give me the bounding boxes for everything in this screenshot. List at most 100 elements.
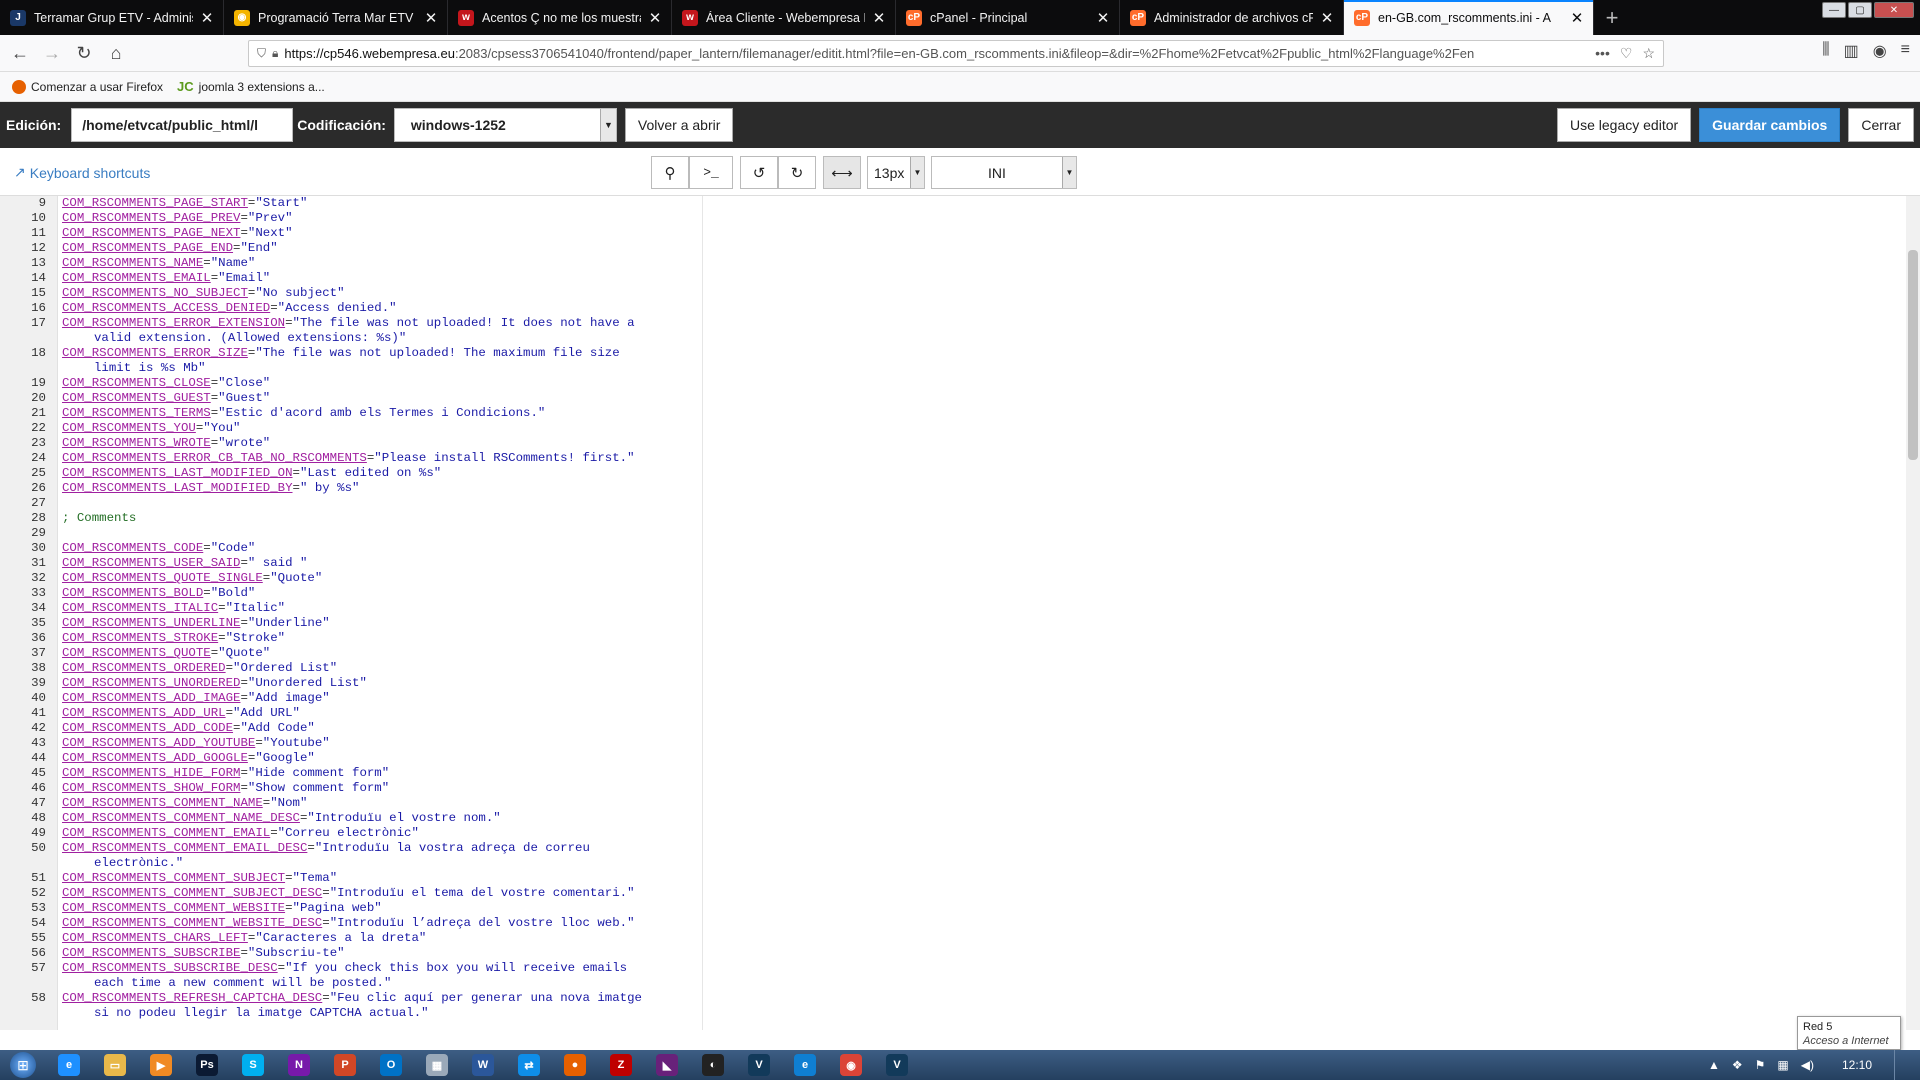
bookmark-firefox[interactable]: Comenzar a usar Firefox bbox=[12, 79, 163, 94]
ini-key: COM_RSCOMMENTS_LAST_MODIFIED_BY bbox=[62, 481, 293, 495]
sidebar-icon[interactable]: ▥ bbox=[1844, 41, 1859, 61]
taskbar-app[interactable]: ▶ bbox=[138, 1050, 184, 1080]
line-text: COM_RSCOMMENTS_ERROR_SIZE="The file was … bbox=[46, 346, 710, 376]
taskbar-app[interactable]: N bbox=[276, 1050, 322, 1080]
close-icon[interactable]: ✕ bbox=[1095, 9, 1111, 27]
undo-button[interactable]: ↺ bbox=[740, 156, 778, 189]
goto-line-button[interactable]: >_ bbox=[689, 156, 733, 189]
taskbar-app[interactable]: O bbox=[368, 1050, 414, 1080]
ini-key: COM_RSCOMMENTS_ORDERED bbox=[62, 661, 226, 675]
browser-tab[interactable]: cP en-GB.com_rscomments.ini - A ✕ bbox=[1344, 0, 1594, 35]
menu-icon[interactable]: ≡ bbox=[1901, 41, 1910, 61]
address-bar[interactable]: ⛉ 🔒︎ https://cp546.webempresa.eu:2083/cp… bbox=[248, 40, 1664, 67]
redo-button[interactable]: ↻ bbox=[778, 156, 816, 189]
line-number: 11 bbox=[31, 226, 46, 240]
taskbar-app[interactable]: e bbox=[46, 1050, 92, 1080]
browser-tab[interactable]: w Acentos Ç no me los muestra - ✕ bbox=[448, 0, 672, 35]
home-button[interactable]: ⌂ bbox=[100, 38, 132, 68]
taskbar-app[interactable]: ▦ bbox=[414, 1050, 460, 1080]
flag-icon[interactable]: ⚑ bbox=[1755, 1058, 1766, 1072]
taskbar-app[interactable]: e bbox=[782, 1050, 828, 1080]
back-button[interactable]: ← bbox=[4, 38, 36, 68]
code-line: 34 COM_RSCOMMENTS_ITALIC="Italic" bbox=[0, 601, 710, 616]
dropbox-icon[interactable]: ❖ bbox=[1732, 1058, 1743, 1072]
reopen-button[interactable]: Volver a abrir bbox=[624, 108, 734, 142]
system-tray: ▲ ❖ ⚑ ▦ ◀) 12:10 bbox=[1708, 1050, 1920, 1080]
line-number: 37 bbox=[31, 646, 46, 660]
show-desktop-button[interactable] bbox=[1894, 1050, 1906, 1080]
code-line: 25 COM_RSCOMMENTS_LAST_MODIFIED_ON="Last … bbox=[0, 466, 710, 481]
bookmark-star-icon[interactable]: ☆ bbox=[1642, 45, 1655, 62]
wrap-toggle-button[interactable]: ⟷ bbox=[823, 156, 861, 189]
keyboard-shortcuts-link[interactable]: ↗ Keyboard shortcuts bbox=[14, 164, 150, 181]
pocket-icon[interactable]: ♡ bbox=[1620, 45, 1633, 62]
taskbar-app[interactable]: Z bbox=[598, 1050, 644, 1080]
browser-tab[interactable]: cP Administrador de archivos cPa ✕ bbox=[1120, 0, 1344, 35]
file-path-field[interactable]: /home/etvcat/public_html/l bbox=[71, 108, 294, 142]
line-number: 50 bbox=[31, 841, 46, 855]
network-icon[interactable]: ▦ bbox=[1777, 1058, 1788, 1072]
encoding-select[interactable]: windows-1252 ▼ bbox=[393, 108, 617, 142]
taskbar-app[interactable]: V bbox=[874, 1050, 920, 1080]
line-number: 40 bbox=[31, 691, 46, 705]
taskbar-app[interactable]: Ps bbox=[184, 1050, 230, 1080]
line-text: COM_RSCOMMENTS_WROTE="wrote" bbox=[46, 436, 710, 451]
new-tab-button[interactable]: + bbox=[1594, 0, 1630, 35]
taskbar-app[interactable]: S bbox=[230, 1050, 276, 1080]
window-close-button[interactable]: ✕ bbox=[1874, 2, 1914, 18]
taskbar-app[interactable]: W bbox=[460, 1050, 506, 1080]
taskbar-app[interactable]: ▭ bbox=[92, 1050, 138, 1080]
taskbar-app[interactable]: ⇄ bbox=[506, 1050, 552, 1080]
line-number: 26 bbox=[31, 481, 46, 495]
code-line: 54 COM_RSCOMMENTS_COMMENT_WEBSITE_DESC="I… bbox=[0, 916, 710, 931]
close-icon[interactable]: ✕ bbox=[199, 9, 215, 27]
taskbar-app[interactable]: ● bbox=[552, 1050, 598, 1080]
cpanel-icon: cP bbox=[1130, 9, 1146, 26]
ini-key: COM_RSCOMMENTS_COMMENT_NAME bbox=[62, 796, 263, 810]
bookmark-joomla-extensions[interactable]: JC joomla 3 extensions a... bbox=[177, 79, 325, 94]
forward-button[interactable]: → bbox=[36, 38, 68, 68]
legacy-editor-button[interactable]: Use legacy editor bbox=[1557, 108, 1692, 142]
library-icon[interactable]: ⫼ bbox=[1822, 41, 1829, 61]
equals-sign: = bbox=[218, 601, 226, 615]
line-text: COM_RSCOMMENTS_TERMS="Estic d'acord amb … bbox=[46, 406, 710, 421]
taskbar-app[interactable]: V bbox=[736, 1050, 782, 1080]
font-size-select[interactable]: 13px ▼ bbox=[867, 156, 925, 189]
taskbar-app[interactable]: ◉ bbox=[828, 1050, 874, 1080]
line-text: COM_RSCOMMENTS_NAME="Name" bbox=[46, 256, 710, 271]
clock[interactable]: 12:10 bbox=[1842, 1058, 1872, 1072]
line-text: COM_RSCOMMENTS_YOU="You" bbox=[46, 421, 710, 436]
close-icon[interactable]: ✕ bbox=[871, 9, 887, 27]
scrollbar-thumb[interactable] bbox=[1908, 250, 1918, 460]
mode-select[interactable]: INI ▼ bbox=[931, 156, 1077, 189]
ini-value: "Caracteres a la dreta" bbox=[255, 931, 427, 945]
page-actions-icon[interactable]: ••• bbox=[1595, 45, 1610, 62]
start-button[interactable]: ⊞ bbox=[0, 1050, 46, 1080]
line-number: 34 bbox=[31, 601, 46, 615]
vertical-scrollbar[interactable] bbox=[1906, 196, 1920, 1030]
browser-tab[interactable]: cP cPanel - Principal ✕ bbox=[896, 0, 1120, 35]
reload-button[interactable]: ↻ bbox=[68, 38, 100, 68]
search-button[interactable]: ⚲ bbox=[651, 156, 689, 189]
volume-icon[interactable]: ◀) bbox=[1801, 1058, 1814, 1072]
line-number: 41 bbox=[31, 706, 46, 720]
account-icon[interactable]: ◉ bbox=[1873, 41, 1887, 61]
close-icon[interactable]: ✕ bbox=[1569, 9, 1585, 27]
close-icon[interactable]: ✕ bbox=[647, 9, 663, 27]
save-button[interactable]: Guardar cambios bbox=[1699, 108, 1841, 142]
close-icon[interactable]: ✕ bbox=[1319, 9, 1335, 27]
taskbar-app[interactable]: ◐ bbox=[690, 1050, 736, 1080]
close-button[interactable]: Cerrar bbox=[1848, 108, 1914, 142]
taskbar-app[interactable]: P bbox=[322, 1050, 368, 1080]
close-icon[interactable]: ✕ bbox=[423, 9, 439, 27]
taskbar-app[interactable]: ◣ bbox=[644, 1050, 690, 1080]
browser-tab[interactable]: w Área Cliente - Webempresa Eur ✕ bbox=[672, 0, 896, 35]
code-editor[interactable]: 9 COM_RSCOMMENTS_PAGE_START="Start" 10 COM_… bbox=[0, 196, 1906, 1030]
code-line: 27 bbox=[0, 496, 710, 511]
minimize-button[interactable]: — bbox=[1822, 2, 1846, 18]
maximize-button[interactable]: ▢ bbox=[1848, 2, 1872, 18]
browser-tab[interactable]: J Terramar Grup ETV - Administ ✕ bbox=[0, 0, 224, 35]
browser-tab[interactable]: ◉ Programació Terra Mar ETV ✕ bbox=[224, 0, 448, 35]
chevron-up-icon[interactable]: ▲ bbox=[1708, 1058, 1720, 1072]
firefox-icon bbox=[12, 79, 26, 94]
